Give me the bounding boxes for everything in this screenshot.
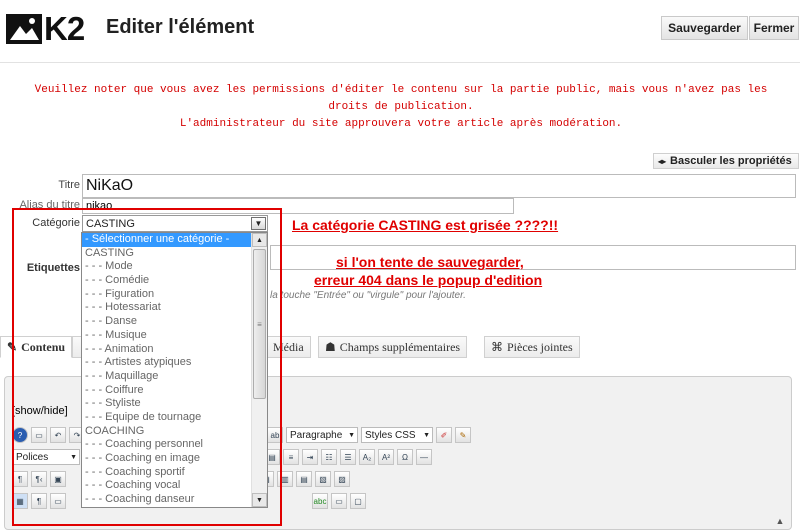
title-label: Titre	[58, 179, 80, 191]
notice-line-2: droits de publication.	[328, 101, 474, 113]
bullet-list-icon[interactable]: ☰	[340, 449, 356, 465]
superscript-icon[interactable]: A²	[378, 449, 394, 465]
table-merge-icon[interactable]: ▧	[315, 471, 331, 487]
title-input[interactable]	[82, 174, 796, 198]
preview-icon[interactable]: ▢	[350, 493, 366, 509]
paperclip-icon: ⌘	[491, 339, 503, 354]
table-col-icon[interactable]: ▤	[296, 471, 312, 487]
numbered-list-icon[interactable]: ☷	[321, 449, 337, 465]
logo-text: K2	[44, 10, 85, 47]
format-select-value: Paragraphe	[290, 429, 343, 441]
tab-champs[interactable]: ☗ Champs supplémentaires	[318, 336, 468, 358]
annotation-greyed-category: La catégorie CASTING est grisée ????!!	[292, 217, 559, 233]
chevron-down-icon: ▼	[423, 431, 430, 439]
align-icon[interactable]: ≡	[283, 449, 299, 465]
annotation-error-404: erreur 404 dans le popup d'edition	[314, 272, 543, 288]
tab-pieces[interactable]: ⌘ Pièces jointes	[484, 336, 580, 358]
spellcheck-icon[interactable]: abc	[312, 493, 328, 509]
styles-select-value: Styles CSS	[365, 429, 416, 441]
resize-handle-icon[interactable]: ▲	[772, 514, 788, 528]
horizontal-rule-icon[interactable]: —	[416, 449, 432, 465]
special-char-icon[interactable]: Ω	[397, 449, 413, 465]
notice-line-1: Veuillez noter que vous avez les permiss…	[34, 84, 768, 96]
extra-fields-icon: ☗	[325, 339, 336, 354]
cleanup-icon[interactable]: ✎	[455, 427, 471, 443]
tab-champs-label: Champs supplémentaires	[339, 339, 461, 354]
k2-logo: K2	[6, 10, 94, 47]
toggle-arrows-icon: ◂▸	[658, 156, 667, 166]
toggle-properties-button[interactable]: ◂▸ Basculer les propriétés	[653, 153, 799, 169]
table-split-icon[interactable]: ▨	[334, 471, 350, 487]
indent-icon[interactable]: ⇥	[302, 449, 318, 465]
format-select[interactable]: Paragraphe ▼	[286, 427, 358, 443]
toggle-properties-label: Basculer les propriétés	[670, 155, 792, 167]
tab-pieces-label: Pièces jointes	[507, 339, 573, 354]
header-divider	[0, 62, 800, 63]
subscript-icon[interactable]: A₂	[359, 449, 375, 465]
annotation-save-attempt: si l'on tente de sauvegarder,	[336, 254, 524, 270]
page-title: Editer l'élément	[106, 16, 255, 38]
chevron-down-icon: ▼	[348, 431, 355, 439]
tags-hint: la touche "Entrée" ou "virgule" pour l'a…	[270, 290, 466, 301]
save-button[interactable]: Sauvegarder	[661, 16, 748, 40]
notice-line-3: L'administrateur du site approuvera votr…	[179, 118, 623, 130]
annotation-highlight-frame	[12, 208, 282, 526]
permission-notice: Veuillez noter que vous avez les permiss…	[10, 82, 792, 133]
eraser-icon[interactable]: ✐	[436, 427, 452, 443]
fullscreen-icon[interactable]: ▭	[331, 493, 347, 509]
styles-select[interactable]: Styles CSS ▼	[361, 427, 433, 443]
close-button[interactable]: Fermer	[749, 16, 799, 40]
